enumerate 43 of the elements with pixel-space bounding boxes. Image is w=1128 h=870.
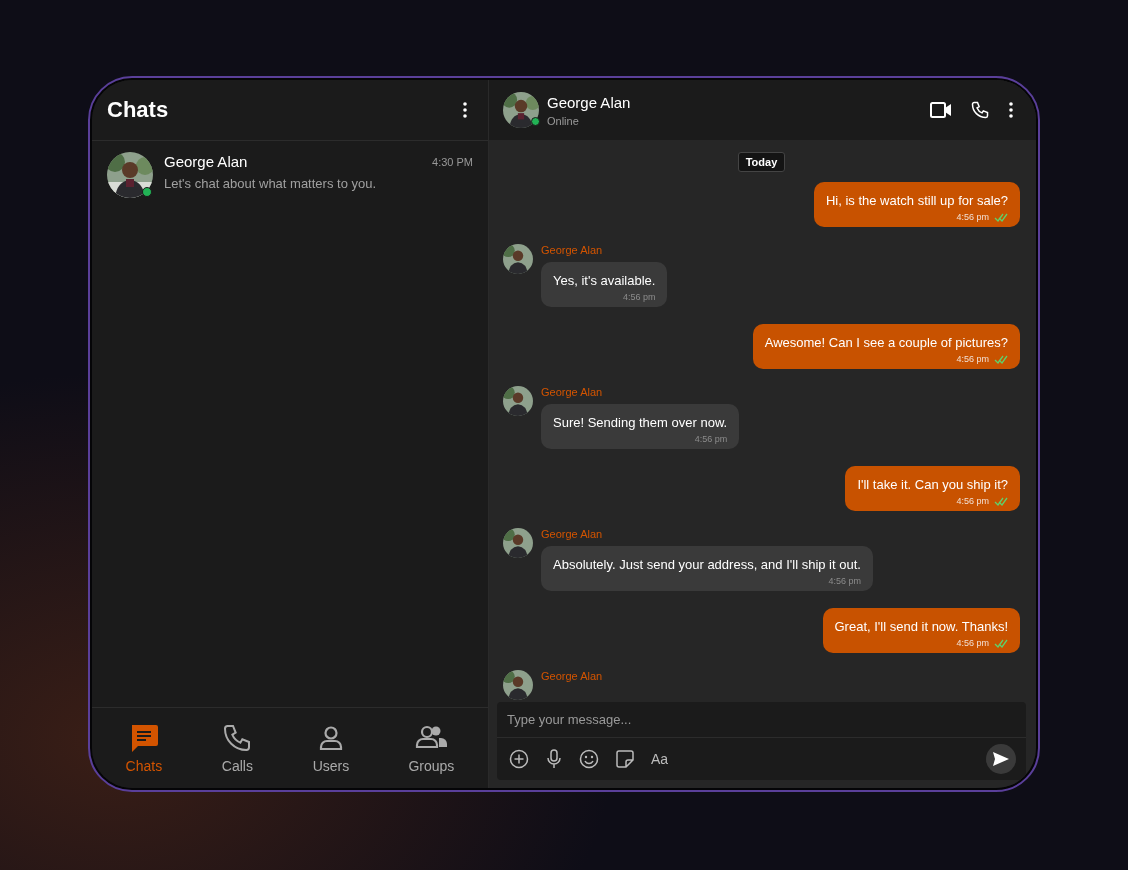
- message-time: 4:56 pm: [694, 434, 728, 444]
- phone-icon[interactable]: [970, 100, 990, 120]
- message-time: 4:56 pm: [956, 638, 989, 648]
- contact-name: George Alan: [164, 153, 248, 170]
- nav-tab[interactable]: Users: [312, 722, 350, 774]
- message-text: Hi, is the watch still up for sale?: [825, 193, 1008, 208]
- nav-tab[interactable]: Calls: [221, 722, 254, 774]
- panel-title: Chats: [107, 97, 169, 123]
- contact-status: Online: [547, 114, 580, 127]
- message-time: 4:56 pm: [622, 292, 656, 302]
- sender-name: George Alan: [541, 244, 604, 256]
- message-text: Sure! Sending them over now.: [553, 415, 728, 430]
- message-text: Great, I'll send it now. Thanks!: [834, 619, 1008, 634]
- sticker-icon[interactable]: [616, 750, 634, 768]
- message-composer[interactable]: Type your message... Aa: [497, 702, 1026, 780]
- message-text: Yes, it's available.: [553, 273, 656, 288]
- message-time: 4:56 pm: [956, 212, 989, 222]
- message-time: 4:56 pm: [956, 354, 989, 364]
- message-preview: Let's chat about what matters to you.: [164, 176, 378, 191]
- nav-tab[interactable]: Chats: [125, 722, 163, 774]
- message-time: 4:56 pm: [828, 576, 861, 586]
- chat-list-item[interactable]: George Alan 4:30 PM Let's chat about what matters to you.: [92, 141, 488, 209]
- message-time: 4:56 pm: [956, 496, 989, 506]
- text-format-button[interactable]: Aa: [651, 751, 669, 767]
- sender-name: George Alan: [541, 528, 604, 540]
- more-icon[interactable]: [462, 101, 468, 119]
- add-icon[interactable]: [509, 749, 529, 769]
- microphone-icon[interactable]: [546, 749, 562, 769]
- contact-name: George Alan: [547, 93, 632, 111]
- send-icon: [993, 752, 1009, 766]
- send-button[interactable]: [986, 744, 1016, 774]
- emoji-icon[interactable]: [579, 749, 599, 769]
- message-time: 4:30 PM: [432, 155, 473, 168]
- sender-name: George Alan: [541, 386, 604, 398]
- message-input[interactable]: Type your message...: [497, 702, 1026, 738]
- sender-name: George Alan: [541, 670, 603, 682]
- date-badge: Today: [737, 152, 786, 172]
- message-text: Awesome! Can I see a couple of pictures?: [764, 335, 1008, 350]
- more-icon[interactable]: [1008, 101, 1014, 119]
- message-text: I'll take it. Can you ship it?: [857, 477, 1008, 492]
- video-camera-icon[interactable]: [930, 102, 952, 118]
- nav-tab[interactable]: Groups: [408, 722, 455, 774]
- message-text: Absolutely. Just send your address, and I'll ship it out.: [553, 557, 861, 572]
